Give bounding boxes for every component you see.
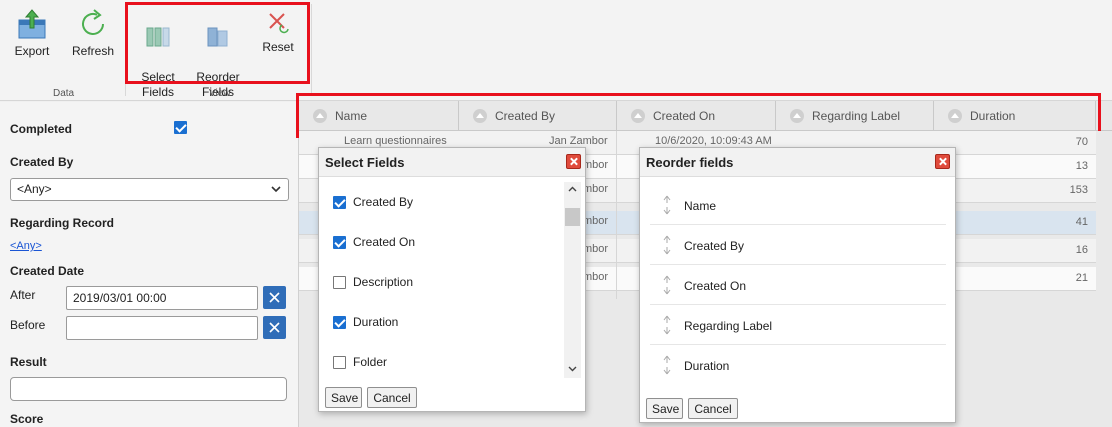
dialog-title: Reorder fields [640,148,955,177]
field-option[interactable]: Created By [333,195,414,210]
scrollbar[interactable] [564,182,581,378]
group-label-view: View [209,88,231,99]
completed-label: Completed [10,122,73,136]
before-date-input[interactable] [66,316,258,340]
cell-duration: 16 [1075,244,1088,256]
field-checkbox[interactable] [333,356,346,370]
cell-created-on: 10/6/2020, 10:09:43 AM [655,135,772,147]
close-dialog-button[interactable] [566,154,581,169]
reorder-item-label: Regarding Label [684,319,773,333]
close-icon [269,292,280,303]
cell-duration: 13 [1075,160,1088,172]
reorder-item[interactable]: Duration [650,345,946,385]
cell-duration: 70 [1075,136,1088,148]
cell-duration: 153 [1069,184,1088,196]
drag-handle-icon[interactable] [662,195,672,215]
highlight-box-view-group [125,2,310,84]
group-separator [311,4,312,96]
field-checkbox[interactable] [333,196,346,210]
field-checkbox[interactable] [333,236,346,250]
field-checkbox[interactable] [333,316,346,330]
cell-name: Learn questionnaires [344,135,447,147]
drag-handle-icon[interactable] [662,355,672,375]
completed-checkbox[interactable] [174,121,187,134]
close-icon [269,322,280,333]
drag-handle-icon[interactable] [662,275,672,295]
export-button[interactable]: Export [12,8,52,59]
dialog-title: Select Fields [319,148,585,177]
cell-duration: 41 [1075,216,1088,228]
reorder-item-label: Created By [684,239,745,253]
cell-created-by: Jan Zambor [549,135,608,147]
reorder-item[interactable]: Regarding Label [650,305,946,345]
reorder-fields-dialog: Reorder fields Name Created By Created O… [639,147,956,423]
save-button[interactable]: Save [646,398,683,419]
drag-handle-icon[interactable] [662,235,672,255]
select-fields-dialog: Select Fields Created By Created On Desc… [318,147,586,412]
refresh-icon [82,9,104,35]
field-option-label: Created By [353,195,414,209]
created-date-label: Created Date [10,264,85,278]
created-by-label: Created By [10,155,74,169]
score-label: Score [10,412,44,426]
export-label: Export [14,44,50,58]
field-option-label: Duration [353,315,399,329]
cell-created-by: mbor [583,243,609,255]
regarding-record-link[interactable]: <Any> [10,240,42,252]
field-option[interactable]: Duration [333,315,399,330]
cell-created-by: mbor [583,159,609,171]
filter-panel: Completed Created By <Any> Regarding Rec… [0,102,299,427]
field-option[interactable]: Description [333,275,414,290]
result-input[interactable] [10,377,287,401]
cancel-button[interactable]: Cancel [367,387,417,408]
field-option-label: Folder [353,355,388,369]
after-label: After [10,288,36,302]
cell-duration: 21 [1075,272,1088,284]
chevron-down-icon [568,366,577,372]
before-label: Before [10,318,46,332]
cancel-button[interactable]: Cancel [688,398,738,419]
field-option-label: Description [353,275,414,289]
field-option-label: Created On [353,235,416,249]
chevron-down-icon [271,186,281,193]
drag-handle-icon[interactable] [662,315,672,335]
field-checkbox[interactable] [333,276,346,290]
reorder-item-label: Created On [684,279,747,293]
cell-created-by: mbor [583,271,609,283]
group-label-data: Data [53,88,75,99]
save-button[interactable]: Save [325,387,362,408]
result-label: Result [10,355,47,369]
regarding-record-label: Regarding Record [10,216,115,230]
created-by-value: <Any> [17,182,52,196]
clear-before-button[interactable] [263,316,286,339]
column-divider [616,131,617,299]
reorder-item[interactable]: Created By [650,225,946,265]
cell-created-by: mbor [583,215,609,227]
reorder-item-label: Name [684,199,717,213]
clear-after-button[interactable] [263,286,286,309]
reorder-item[interactable]: Name [650,185,946,225]
reorder-item[interactable]: Created On [650,265,946,305]
chevron-up-icon [568,186,577,192]
refresh-button[interactable]: Refresh [70,8,116,59]
export-icon [18,9,46,39]
field-option[interactable]: Created On [333,235,416,250]
cell-created-by: mbor [583,183,609,195]
close-dialog-button[interactable] [935,154,950,169]
scrollbar-thumb[interactable] [565,208,580,226]
field-option[interactable]: Folder [333,355,388,370]
after-date-input[interactable]: 2019/03/01 00:00 [66,286,258,310]
reorder-item-label: Duration [684,359,730,373]
created-by-select[interactable]: <Any> [10,178,289,201]
refresh-label: Refresh [71,44,115,58]
